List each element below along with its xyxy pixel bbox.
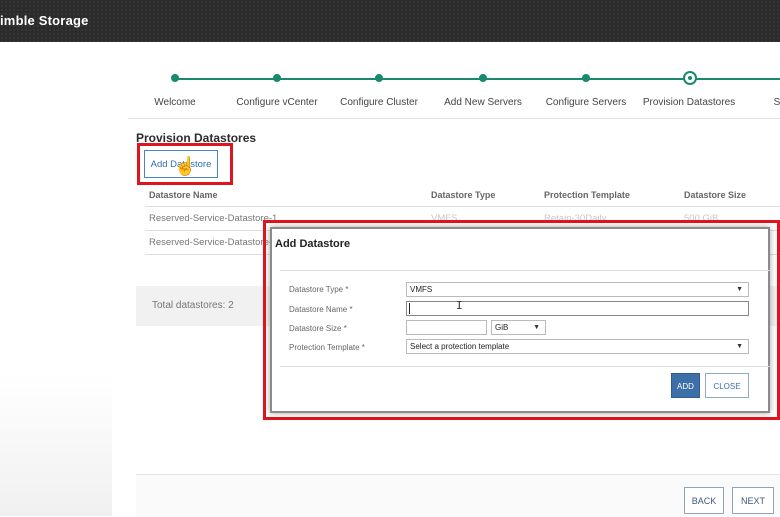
step-label-next-step[interactable]: S: [774, 97, 780, 108]
next-button[interactable]: NEXT: [732, 487, 774, 514]
table-divider: [145, 206, 780, 207]
step-dot-provision-datastores: [683, 71, 697, 85]
column-header-datastore-type[interactable]: Datastore Type: [431, 190, 495, 200]
step-label-configure-cluster[interactable]: Configure Cluster: [340, 97, 418, 108]
dialog-add-button[interactable]: ADD: [671, 373, 700, 398]
ibeam-icon: I: [456, 299, 463, 312]
dialog-title: Add Datastore: [275, 238, 351, 250]
pointer-hand-icon: ☝: [174, 156, 197, 176]
size-unit-value: GiB: [495, 323, 509, 332]
dialog-close-button[interactable]: CLOSE: [705, 373, 749, 398]
top-bar: imble Storage: [0, 0, 780, 42]
back-button[interactable]: BACK: [684, 487, 724, 514]
app-title: imble Storage: [0, 13, 89, 28]
step-label-configure-vcenter[interactable]: Configure vCenter: [236, 97, 317, 108]
left-panel: [0, 42, 112, 516]
total-datastores-label: Total datastores: 2: [152, 300, 234, 311]
step-label-add-new-servers[interactable]: Add New Servers: [444, 97, 522, 108]
datastore-size-input[interactable]: [406, 320, 487, 335]
column-header-datastore-size[interactable]: Datastore Size: [684, 190, 746, 200]
chevron-down-icon: ▼: [533, 324, 540, 331]
protection-template-value: Select a protection template: [410, 342, 510, 351]
dialog-divider: [280, 270, 770, 271]
step-label-provision-datastores[interactable]: Provision Datastores: [643, 97, 735, 108]
text-caret: [409, 303, 410, 314]
stepper-divider: [128, 118, 780, 119]
table-row-cell-name: Reserved-Service-Datastore-1: [149, 213, 278, 224]
step-dot-configure-cluster: [375, 74, 383, 82]
datastore-type-value: VMFS: [410, 285, 433, 294]
step-dot-add-new-servers: [479, 74, 487, 82]
datastore-type-label: Datastore Type *: [289, 285, 349, 294]
column-header-datastore-name[interactable]: Datastore Name: [149, 190, 218, 200]
step-dot-welcome: [171, 74, 179, 82]
size-unit-select[interactable]: GiB ▼: [491, 320, 546, 335]
dialog-divider: [280, 366, 770, 367]
column-header-protection-template[interactable]: Protection Template: [544, 190, 630, 200]
datastore-type-select[interactable]: VMFS ▼: [406, 282, 749, 297]
chevron-down-icon: ▼: [736, 343, 743, 350]
step-label-configure-servers[interactable]: Configure Servers: [546, 97, 627, 108]
protection-template-label: Protection Template *: [289, 343, 365, 352]
datastore-size-label: Datastore Size *: [289, 324, 347, 333]
step-dot-configure-servers: [582, 74, 590, 82]
table-row-cell-name: Reserved-Service-Datastore-2: [149, 237, 278, 248]
datastore-name-label: Datastore Name *: [289, 305, 353, 314]
step-dot-configure-vcenter: [273, 74, 281, 82]
step-label-welcome[interactable]: Welcome: [154, 97, 196, 108]
protection-template-select[interactable]: Select a protection template ▼: [406, 339, 749, 354]
chevron-down-icon: ▼: [736, 286, 743, 293]
